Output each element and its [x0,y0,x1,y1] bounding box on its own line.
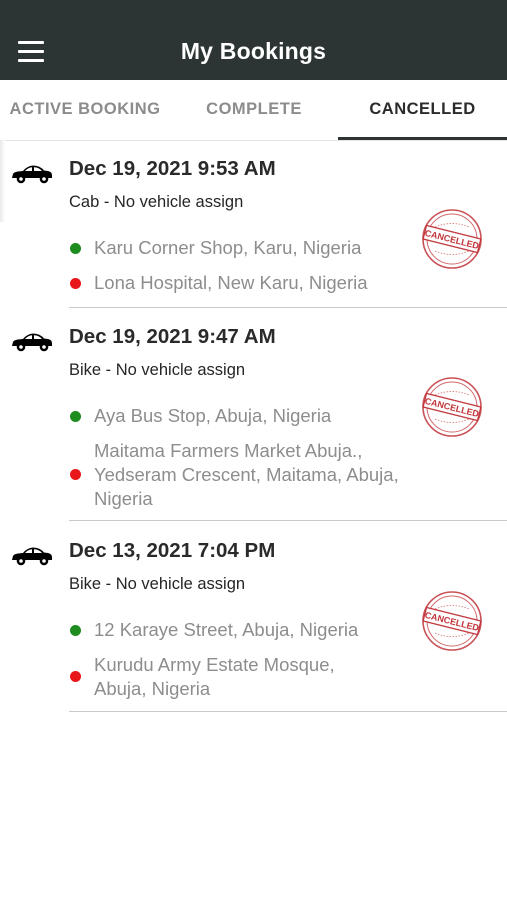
booking-vehicle: Bike - No vehicle assign [69,575,246,593]
pickup-location: 12 Karaye Street, Abuja, Nigeria [94,619,359,640]
tab-complete[interactable]: COMPLETE [170,80,338,140]
pickup-location: Karu Corner Shop, Karu, Nigeria [94,237,362,258]
booking-datetime: Dec 13, 2021 7:04 PM [69,539,276,562]
pickup-dot-icon [70,625,81,636]
dropoff-location: Lona Hospital, New Karu, Nigeria [94,272,368,293]
app-screen: My Bookings ACTIVE BOOKING COMPLETE CANC… [0,0,507,900]
dropoff-location: Kurudu Army Estate Mosque, Abuja, Nigeri… [94,654,335,699]
cancelled-stamp-icon: CANCELLED [422,209,482,269]
pickup-dot-icon [70,411,81,422]
dropoff-dot-icon [70,671,81,682]
booking-item[interactable]: Dec 19, 2021 9:53 AM Cab - No vehicle as… [0,140,507,310]
page-title: My Bookings [180,38,327,64]
dropoff-dot-icon [70,469,81,480]
pickup-location: Aya Bus Stop, Abuja, Nigeria [94,405,332,426]
booking-datetime: Dec 19, 2021 9:53 AM [69,157,276,180]
cancelled-stamp-icon: CANCELLED [422,591,482,651]
pickup-dot-icon [70,243,81,254]
car-icon [12,333,52,352]
car-icon [12,165,52,184]
booking-datetime: Dec 19, 2021 9:47 AM [69,325,276,348]
car-icon [12,547,52,566]
booking-vehicle: Cab - No vehicle assign [69,193,244,211]
app-toolbar: My Bookings [0,0,507,80]
booking-vehicle: Bike - No vehicle assign [69,361,246,379]
dropoff-dot-icon [70,278,81,289]
list-divider [69,520,507,521]
booking-tabs: ACTIVE BOOKING COMPLETE CANCELLED [0,80,507,141]
booking-item[interactable]: Dec 13, 2021 7:04 PM Bike - No vehicle a… [0,522,507,714]
dropoff-location: Maitama Farmers Market Abuja., Yedseram … [94,440,399,509]
list-divider [69,711,507,712]
tab-cancelled[interactable]: CANCELLED [338,80,507,140]
cancelled-stamp-icon: CANCELLED [422,377,482,437]
booking-item[interactable]: Dec 19, 2021 9:47 AM Bike - No vehicle a… [0,308,507,523]
tab-active-booking[interactable]: ACTIVE BOOKING [0,80,170,140]
